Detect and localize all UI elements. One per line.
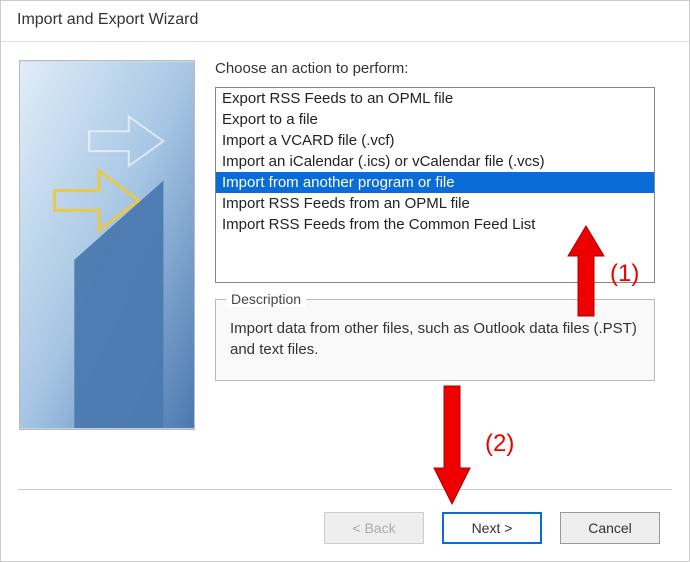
list-item[interactable]: Import RSS Feeds from an OPML file bbox=[216, 193, 654, 214]
content-area: Choose an action to perform: Export RSS … bbox=[1, 42, 689, 440]
footer-divider bbox=[18, 489, 672, 490]
list-item[interactable]: Import a VCARD file (.vcf) bbox=[216, 130, 654, 151]
back-button: < Back bbox=[324, 512, 424, 544]
wizard-illustration bbox=[19, 60, 195, 430]
cancel-button[interactable]: Cancel bbox=[560, 512, 660, 544]
action-prompt: Choose an action to perform: bbox=[215, 60, 677, 77]
description-text: Import data from other files, such as Ou… bbox=[230, 318, 640, 360]
list-item-selected[interactable]: Import from another program or file bbox=[216, 172, 654, 193]
annotation-label-2: (2) bbox=[485, 430, 514, 458]
list-item[interactable]: Import an iCalendar (.ics) or vCalendar … bbox=[216, 151, 654, 172]
list-item[interactable]: Export to a file bbox=[216, 109, 654, 130]
list-item[interactable]: Export RSS Feeds to an OPML file bbox=[216, 88, 654, 109]
action-listbox[interactable]: Export RSS Feeds to an OPML file Export … bbox=[215, 87, 655, 283]
button-bar: < Back Next > Cancel bbox=[324, 512, 660, 544]
description-legend: Description bbox=[226, 291, 306, 307]
window-title: Import and Export Wizard bbox=[1, 1, 689, 42]
list-item[interactable]: Import RSS Feeds from the Common Feed Li… bbox=[216, 214, 654, 235]
main-panel: Choose an action to perform: Export RSS … bbox=[215, 60, 677, 430]
annotation-label-1: (1) bbox=[610, 260, 639, 288]
wizard-window: Import and Export Wizard bbox=[0, 0, 690, 562]
description-group: Description Import data from other files… bbox=[215, 299, 655, 381]
next-button[interactable]: Next > bbox=[442, 512, 542, 544]
